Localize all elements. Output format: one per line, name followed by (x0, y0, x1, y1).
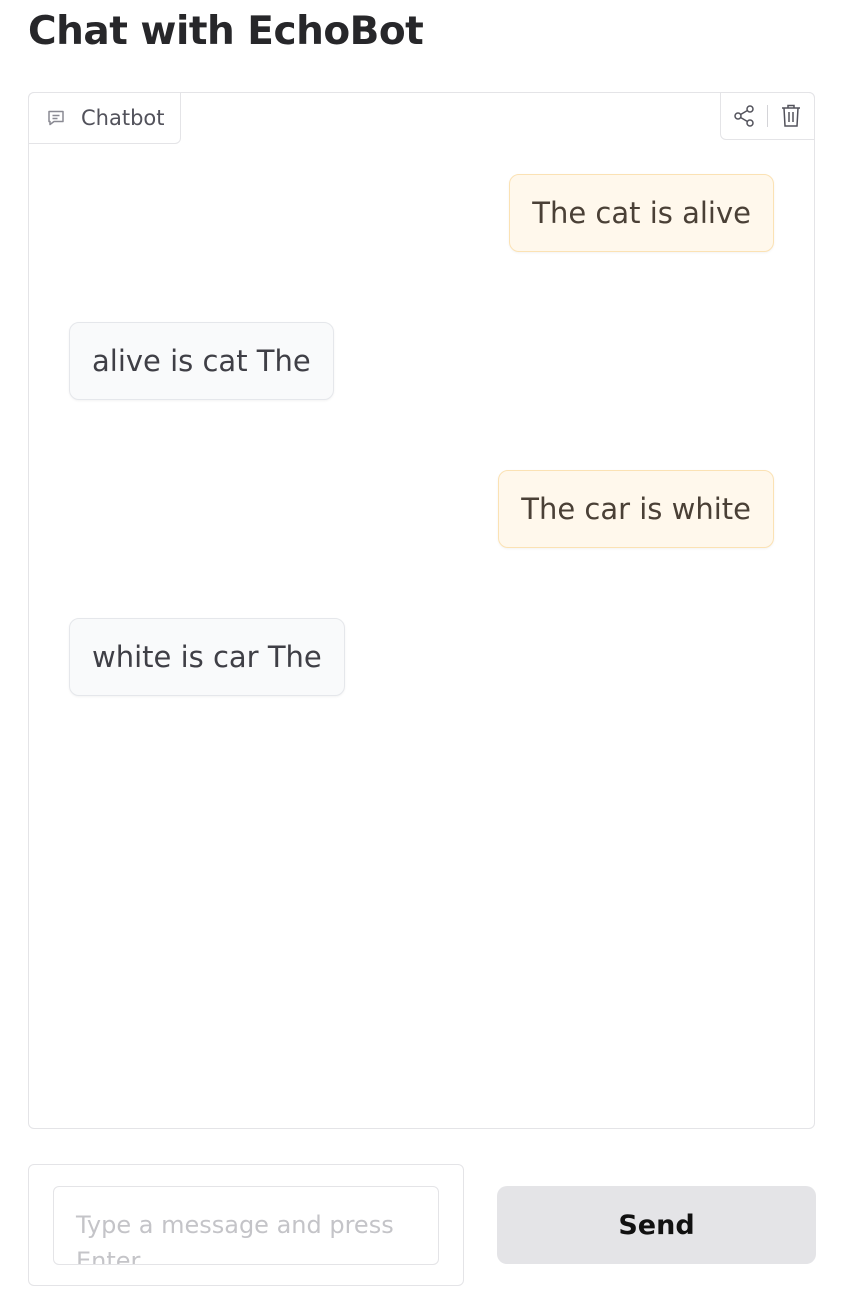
chatbot-toolbar (720, 92, 815, 140)
share-icon (734, 105, 754, 127)
toolbar-divider (767, 105, 768, 127)
send-button[interactable]: Send (497, 1186, 816, 1264)
chatbot-label-text: Chatbot (81, 106, 165, 130)
message-input-card (28, 1164, 464, 1286)
message-input[interactable] (53, 1186, 439, 1265)
chatbot-label: Chatbot (28, 92, 181, 144)
bot-message: white is car The (69, 618, 345, 696)
chat-bubble-icon (45, 107, 67, 129)
user-message: The car is white (498, 470, 774, 548)
trash-icon (782, 104, 800, 127)
share-button[interactable] (730, 102, 758, 130)
clear-button[interactable] (777, 102, 805, 130)
page-title: Chat with EchoBot (28, 9, 424, 54)
user-message: The cat is alive (509, 174, 774, 252)
bot-message: alive is cat The (69, 322, 334, 400)
